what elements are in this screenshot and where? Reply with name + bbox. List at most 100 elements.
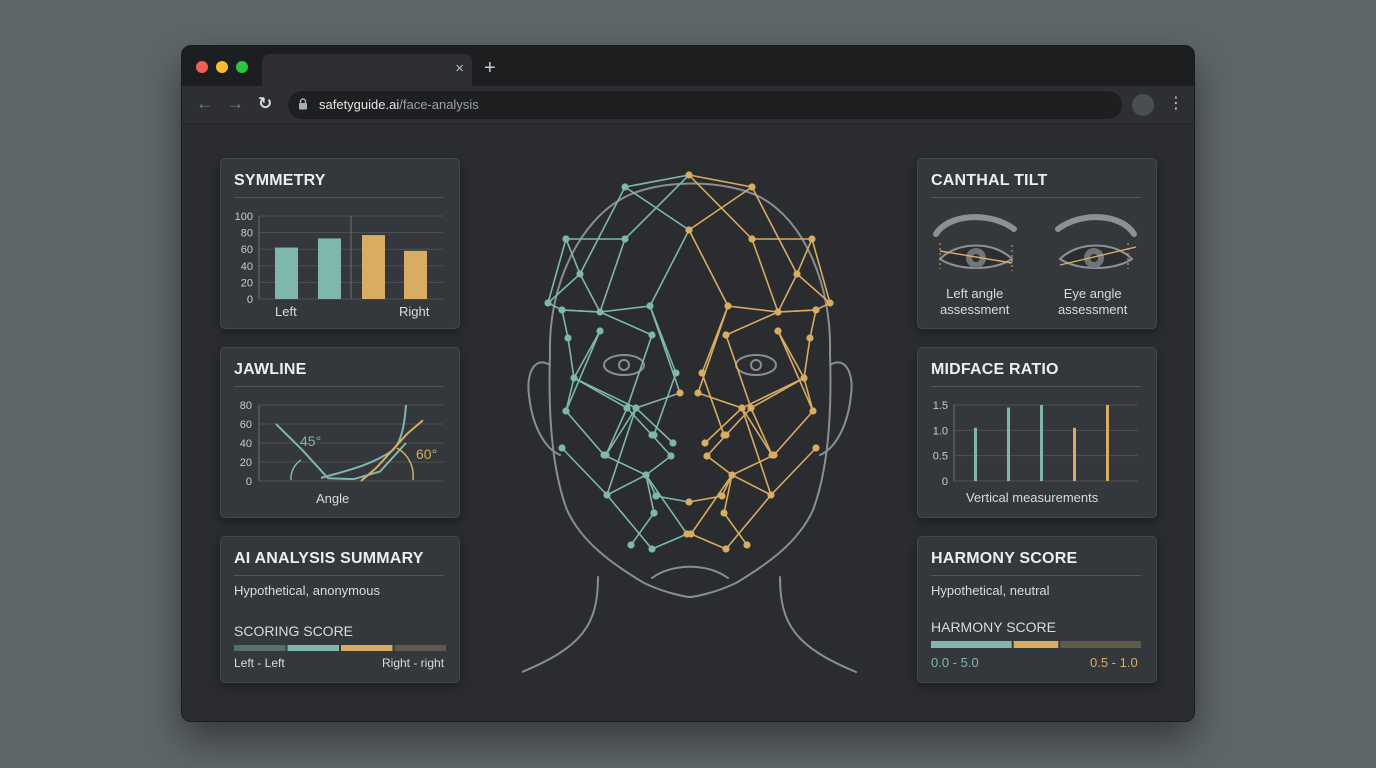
url-domain: safetyguide.ai xyxy=(319,97,400,112)
midface-x-label: Vertical measurements xyxy=(966,490,1099,505)
mesh-line-left-2 xyxy=(547,238,653,412)
mesh-node xyxy=(738,404,746,412)
mesh-node xyxy=(576,270,584,278)
mesh-node xyxy=(718,492,726,500)
symmetry-y-tick: 60 xyxy=(241,244,253,256)
midface-bar xyxy=(1106,405,1109,481)
mesh-node xyxy=(685,171,693,179)
jawline-series-line xyxy=(275,423,407,481)
symmetry-y-tick: 20 xyxy=(241,277,253,289)
canthal-card: CANTHAL TILT Left angle assessment Eye a… xyxy=(917,158,1157,329)
face-mesh-illustration xyxy=(522,171,857,673)
reload-icon[interactable]: ↻ xyxy=(258,94,272,114)
mesh-node xyxy=(720,509,728,517)
mesh-node xyxy=(768,451,776,459)
mesh-node xyxy=(646,302,654,310)
menu-dots-icon[interactable]: ⋮ xyxy=(1168,94,1184,114)
midface-y-tick: 1.5 xyxy=(933,400,948,412)
mesh-node xyxy=(694,389,702,397)
mesh-node xyxy=(672,369,680,377)
new-tab-button[interactable]: + xyxy=(484,56,496,80)
mesh-node xyxy=(632,404,640,412)
mesh-line-left-3 xyxy=(547,185,691,313)
mesh-node xyxy=(667,452,675,460)
jawline-y-tick: 40 xyxy=(240,438,252,450)
mesh-node xyxy=(676,389,684,397)
mesh-node xyxy=(722,545,730,553)
mesh-node xyxy=(603,491,611,499)
symmetry-y-tick: 80 xyxy=(241,228,253,240)
mesh-node xyxy=(722,331,730,339)
title-bar: × + xyxy=(182,46,1194,86)
maximize-window-button[interactable] xyxy=(236,61,248,73)
score-segment xyxy=(1013,641,1059,648)
jawline-angle-arc xyxy=(396,447,415,481)
mesh-node xyxy=(650,509,658,517)
mesh-node xyxy=(808,235,816,243)
mesh-node xyxy=(648,331,656,339)
mesh-node xyxy=(724,302,732,310)
symmetry-card: SYMMETRY 100 80 60 40 20 0 Left Right xyxy=(220,158,460,329)
mesh-node xyxy=(747,404,755,412)
mesh-node xyxy=(627,541,635,549)
mesh-node xyxy=(596,327,604,335)
harmony-range-left: 0.0 - 5.0 xyxy=(931,655,979,670)
mesh-node xyxy=(826,299,834,307)
close-window-button[interactable] xyxy=(196,61,208,73)
symmetry-y-tick: 0 xyxy=(247,294,253,306)
jawline-angle-arc xyxy=(290,459,302,481)
profile-avatar[interactable] xyxy=(1132,94,1154,116)
symmetry-y-tick: 100 xyxy=(235,211,253,223)
tab-close-icon[interactable]: × xyxy=(455,60,464,78)
mesh-node xyxy=(652,492,660,500)
mesh-node xyxy=(800,374,808,382)
mesh-node xyxy=(703,452,711,460)
symmetry-bar xyxy=(404,250,427,299)
mesh-node xyxy=(809,407,817,415)
browser-window: × + ← → ↻ safetyguide.ai/face-analysis ⋮… xyxy=(181,45,1195,722)
right-eye-icon xyxy=(1055,214,1137,269)
symmetry-right-label: Right xyxy=(399,304,430,319)
left-eye-icon xyxy=(933,214,1017,271)
mesh-node xyxy=(698,369,706,377)
midface-y-tick: 0 xyxy=(942,476,948,488)
symmetry-bar xyxy=(318,238,341,299)
mesh-node xyxy=(767,491,775,499)
mesh-node xyxy=(812,306,820,314)
browser-tab[interactable]: × xyxy=(262,54,472,86)
back-arrow-icon[interactable]: ← xyxy=(196,94,213,114)
forward-arrow-icon[interactable]: → xyxy=(227,94,244,114)
face-outline xyxy=(522,182,857,673)
harmony-range-right: 0.5 - 1.0 xyxy=(1090,655,1138,670)
mesh-node xyxy=(570,374,578,382)
mesh-line-right-4 xyxy=(704,406,773,497)
jawline-angle-left: 45° xyxy=(300,433,322,449)
canthal-right-label: Eye angle assessment xyxy=(1058,286,1128,317)
mesh-node xyxy=(623,404,631,412)
mesh-node xyxy=(669,439,677,447)
symmetry-left-label: Left xyxy=(275,304,297,319)
mesh-node xyxy=(685,498,693,506)
minimize-window-button[interactable] xyxy=(216,61,228,73)
score-segment xyxy=(287,645,339,651)
score-segment xyxy=(394,645,446,651)
jawline-angle-right: 60° xyxy=(416,446,438,462)
lock-icon xyxy=(299,98,307,110)
mesh-node xyxy=(774,327,782,335)
mesh-node xyxy=(602,451,610,459)
summary-card: AI ANALYSIS SUMMARY Hypothetical, anonym… xyxy=(220,536,460,683)
mesh-node xyxy=(564,334,572,342)
midface-y-tick: 1.0 xyxy=(933,425,948,437)
mesh-node xyxy=(558,444,566,452)
mesh-node xyxy=(728,471,736,479)
mesh-node xyxy=(642,471,650,479)
browser-toolbar: ← → ↻ safetyguide.ai/face-analysis ⋮ xyxy=(182,86,1194,124)
midface-bar xyxy=(1040,405,1043,481)
jawline-y-tick: 20 xyxy=(240,457,252,469)
jawline-x-label: Angle xyxy=(316,491,350,506)
symmetry-y-tick: 40 xyxy=(241,261,253,273)
mesh-node xyxy=(748,235,756,243)
address-bar[interactable]: safetyguide.ai/face-analysis xyxy=(288,91,1122,119)
url-path: /face-analysis xyxy=(399,97,479,112)
score-segment xyxy=(931,641,1012,648)
